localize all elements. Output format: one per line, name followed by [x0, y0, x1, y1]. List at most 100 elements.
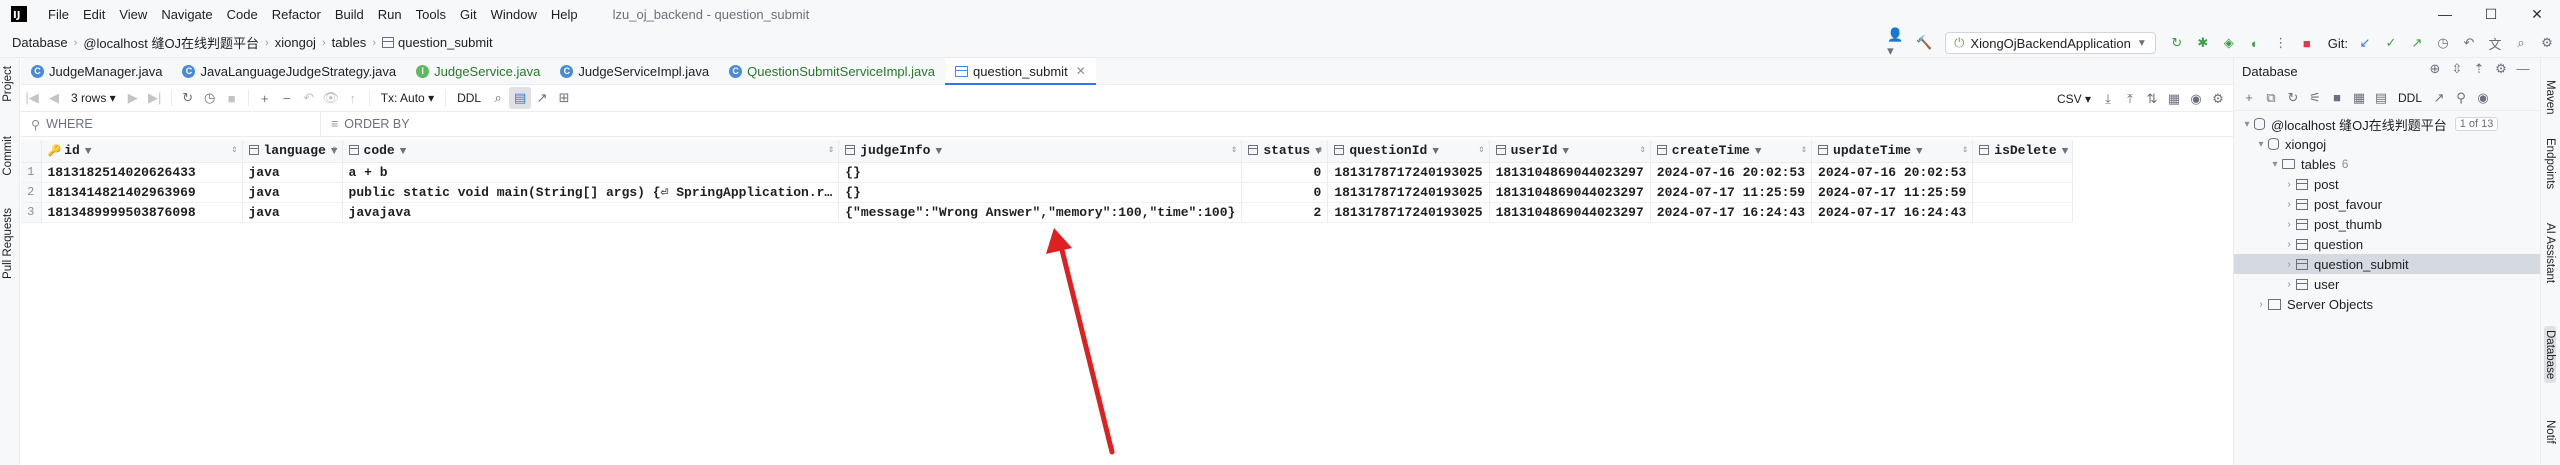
maximize-button[interactable]: ☐: [2468, 0, 2514, 28]
tree-item-table[interactable]: › post_thumb: [2234, 214, 2540, 234]
tab-question-submit-service-impl[interactable]: C QuestionSubmitServiceImpl.java: [719, 58, 945, 84]
tree-item-table[interactable]: › user: [2234, 274, 2540, 294]
build-hammer-icon[interactable]: 🔨: [1913, 32, 1935, 54]
breadcrumb-connection[interactable]: @localhost 缝OJ在线判题平台: [83, 33, 259, 52]
ddl-button[interactable]: DDL: [451, 91, 487, 105]
git-history-icon[interactable]: ◷: [2432, 32, 2454, 54]
last-page-icon[interactable]: ▶|: [144, 87, 166, 109]
tree-item-schema[interactable]: ▾ xiongoj: [2234, 134, 2540, 154]
notifications-tool-tab[interactable]: Notif: [2544, 420, 2556, 444]
breadcrumb-table[interactable]: question_submit: [398, 35, 493, 50]
filter-icon[interactable]: ⚲: [2450, 90, 2472, 106]
project-tool-tab[interactable]: Project: [2, 66, 14, 102]
cell-status[interactable]: 2: [1241, 202, 1329, 223]
refresh-icon[interactable]: ↻: [2282, 90, 2304, 106]
where-filter-input[interactable]: ⚲ WHERE: [21, 112, 321, 136]
disconnect-icon[interactable]: ■: [2326, 90, 2348, 105]
pull-requests-tool-tab[interactable]: Pull Requests: [2, 208, 14, 279]
filter-sort-icon[interactable]: ⇅: [2141, 88, 2163, 110]
copy-icon[interactable]: ⧉: [2260, 90, 2282, 106]
export-format-selector[interactable]: CSV ▾: [2051, 92, 2097, 106]
schema-count-badge[interactable]: 1 of 13: [2454, 117, 2499, 131]
menu-file[interactable]: File: [41, 7, 76, 22]
filter-icon[interactable]: ▼: [1432, 146, 1439, 158]
panel-settings-gear-icon[interactable]: ⚙: [2490, 61, 2512, 77]
submit-icon[interactable]: ↑: [342, 87, 364, 109]
refresh-icon[interactable]: ↻: [177, 87, 199, 109]
menu-edit[interactable]: Edit: [76, 7, 112, 22]
cell-update-time[interactable]: 2024-07-17 11:25:59: [1811, 182, 1974, 203]
menu-run[interactable]: Run: [371, 7, 409, 22]
cell-create-time[interactable]: 2024-07-17 11:25:59: [1650, 182, 1813, 203]
filter-icon[interactable]: ▼: [935, 146, 942, 158]
cell-create-time[interactable]: 2024-07-17 16:24:43: [1650, 202, 1813, 223]
menu-tools[interactable]: Tools: [409, 7, 453, 22]
tree-item-table[interactable]: › question: [2234, 234, 2540, 254]
history-icon[interactable]: ◷: [199, 87, 221, 109]
sort-icon[interactable]: ⇕: [1231, 144, 1237, 156]
sort-icon[interactable]: ⇕: [1640, 144, 1646, 156]
chevron-down-icon[interactable]: ▾: [2268, 159, 2282, 170]
first-page-icon[interactable]: |◀: [21, 87, 43, 109]
search-icon[interactable]: ⌕: [487, 87, 509, 109]
breadcrumb-tables[interactable]: tables: [332, 35, 367, 50]
chevron-right-icon[interactable]: ›: [2282, 219, 2296, 230]
cell-is-delete[interactable]: [1972, 162, 2074, 183]
cell-code[interactable]: a + b: [342, 162, 840, 183]
debug-icon[interactable]: ✱: [2192, 32, 2214, 54]
collapse-all-icon[interactable]: ⇡: [2468, 61, 2490, 77]
grid-settings-gear-icon[interactable]: ⚙: [2207, 88, 2229, 110]
sort-icon[interactable]: ⇕: [1317, 144, 1323, 156]
rows-count-selector[interactable]: 3 rows ▾: [65, 91, 122, 105]
locate-icon[interactable]: ⊕: [2424, 61, 2446, 77]
git-update-icon[interactable]: ↙: [2354, 32, 2376, 54]
tree-item-table-selected[interactable]: › question_submit: [2234, 254, 2540, 274]
cell-question-id[interactable]: 1813178717240193025: [1327, 162, 1490, 183]
menu-help[interactable]: Help: [544, 7, 585, 22]
sort-icon[interactable]: ⇕: [1962, 144, 1968, 156]
intellij-logo-icon[interactable]: IJ: [11, 6, 27, 22]
add-datasource-icon[interactable]: +: [2238, 90, 2260, 105]
cell-question-id[interactable]: 1813178717240193025: [1327, 202, 1490, 223]
column-header-code[interactable]: code ▼ ⇕: [342, 140, 840, 163]
git-push-icon[interactable]: ↗: [2406, 32, 2428, 54]
console-icon[interactable]: ▤: [2370, 90, 2392, 106]
filter-icon[interactable]: ▼: [2062, 146, 2069, 158]
breadcrumb-database[interactable]: Database: [12, 35, 68, 50]
menu-git[interactable]: Git: [453, 7, 484, 22]
column-header-judge-info[interactable]: judgeInfo ▼ ⇕: [838, 140, 1243, 163]
cell-question-id[interactable]: 1813178717240193025: [1327, 182, 1490, 203]
cell-id[interactable]: 1813414821402963969: [41, 182, 243, 203]
ddl-button[interactable]: DDL: [2392, 91, 2428, 105]
sort-icon[interactable]: ⇕: [828, 144, 834, 156]
tree-item-server-objects[interactable]: › Server Objects: [2234, 294, 2540, 314]
sort-icon[interactable]: ⇕: [1801, 144, 1807, 156]
more-actions-icon[interactable]: ⋮: [2270, 32, 2292, 54]
cell-id[interactable]: 1813182514020626433: [41, 162, 243, 183]
rerun-icon[interactable]: ↻: [2166, 32, 2188, 54]
run-configuration-selector[interactable]: ⏻ XiongOjBackendApplication ▼: [1945, 32, 2156, 54]
cell-update-time[interactable]: 2024-07-17 16:24:43: [1811, 202, 1974, 223]
chevron-down-icon[interactable]: ▾: [2254, 139, 2268, 150]
column-header-id[interactable]: 🔑 id ▼ ⇕: [41, 140, 243, 163]
layout-icon[interactable]: ▦: [2163, 88, 2185, 110]
transaction-mode-selector[interactable]: Tx: Auto ▾: [375, 91, 440, 105]
tab-judge-service-impl[interactable]: C JudgeServiceImpl.java: [550, 58, 719, 84]
cell-user-id[interactable]: 1813104869044023297: [1489, 202, 1651, 223]
column-header-status[interactable]: status ▼ ⇕: [1241, 140, 1329, 163]
tree-item-tables-folder[interactable]: ▾ tables 6: [2234, 154, 2540, 174]
view-icon[interactable]: ◉: [2472, 90, 2494, 106]
cell-code[interactable]: javajava: [342, 202, 840, 223]
tab-judge-service[interactable]: I JudgeService.java: [406, 58, 550, 84]
column-header-language[interactable]: language ▼ ⇕: [242, 140, 343, 163]
hide-panel-icon[interactable]: —: [2512, 61, 2534, 77]
preview-changes-icon[interactable]: 👁: [320, 87, 342, 109]
tree-item-table[interactable]: › post: [2234, 174, 2540, 194]
commit-tool-tab[interactable]: Commit: [2, 136, 14, 176]
cell-judge-info[interactable]: {}: [838, 182, 1243, 203]
git-commit-icon[interactable]: ✓: [2380, 32, 2402, 54]
tab-java-language-judge-strategy[interactable]: C JavaLanguageJudgeStrategy.java: [172, 58, 406, 84]
cell-judge-info[interactable]: {"message":"Wrong Answer","memory":100,"…: [838, 202, 1243, 223]
ai-assistant-tool-tab[interactable]: AI Assistant: [2544, 223, 2556, 283]
cell-language[interactable]: java: [242, 182, 343, 203]
